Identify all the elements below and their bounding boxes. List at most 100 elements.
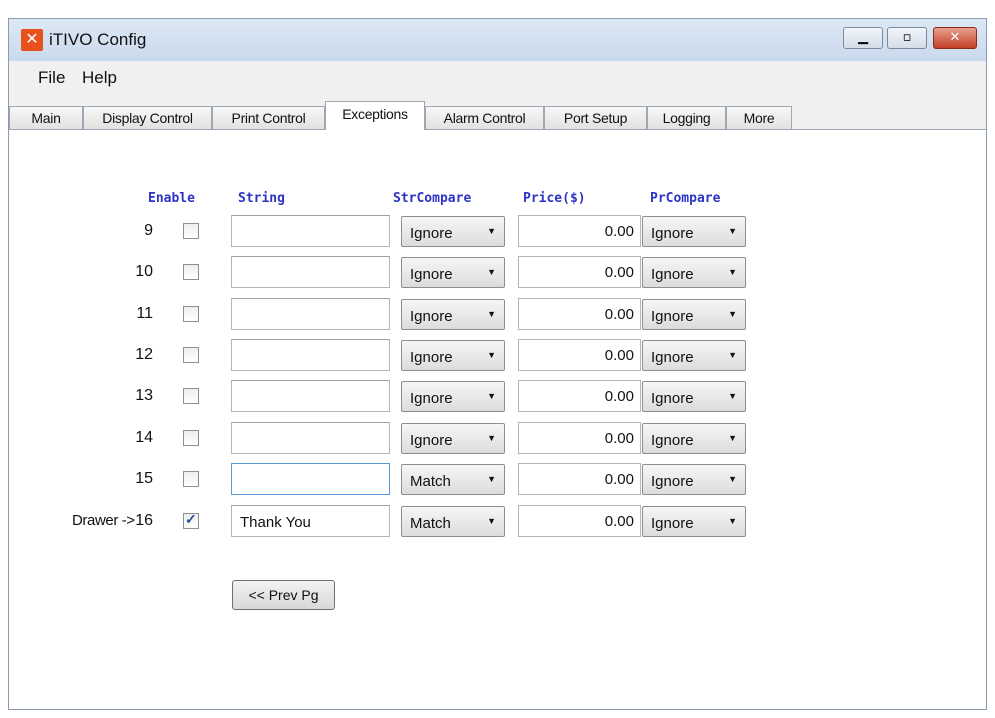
pr-compare-select[interactable]: Ignore ▼ [642,464,746,495]
close-icon: ✕ [949,30,961,45]
enable-checkbox[interactable] [183,264,199,280]
maximize-icon: ▫ [902,30,912,45]
checkmark-icon: ✓ [185,511,197,527]
price-input[interactable]: 0.00 [518,298,641,330]
header-string: String [238,191,285,206]
row-number: 14 [135,429,153,446]
minimize-button[interactable]: ▁ [843,27,883,49]
enable-checkbox-checked[interactable]: ✓ [183,511,199,529]
enable-checkbox[interactable] [183,223,199,239]
string-input[interactable] [231,215,390,247]
enable-checkbox[interactable] [183,471,199,487]
price-input[interactable]: 0.00 [518,380,641,412]
chevron-down-icon: ▼ [487,350,496,360]
tab-main[interactable]: Main [9,106,83,129]
menu-help[interactable]: Help [82,68,117,88]
tab-port-setup[interactable]: Port Setup [544,106,647,129]
row-number: 10 [135,263,153,280]
minimize-icon: ▁ [858,30,868,45]
header-price: Price($) [523,191,586,206]
tab-display-control[interactable]: Display Control [83,106,212,129]
tab-strip: Main Display Control Print Control Excep… [9,91,986,130]
str-compare-select[interactable]: Match ▼ [401,506,505,537]
window-title: iTIVO Config [49,30,147,49]
str-compare-value: Ignore [410,308,453,325]
pr-compare-value: Ignore [651,225,694,242]
pr-compare-select[interactable]: Ignore ▼ [642,340,746,371]
row-number: 13 [135,387,153,404]
pr-compare-select[interactable]: Ignore ▼ [642,216,746,247]
menu-bar: File Help [9,61,986,91]
pr-compare-value: Ignore [651,308,694,325]
str-compare-value: Ignore [410,266,453,283]
pr-compare-value: Ignore [651,515,694,532]
row-number: 15 [135,470,153,487]
row-number: 16 [135,512,153,529]
maximize-button[interactable]: ▫ [887,27,927,49]
string-input[interactable] [231,256,390,288]
str-compare-select[interactable]: Ignore ▼ [401,299,505,330]
header-enable: Enable [148,191,195,206]
chevron-down-icon: ▼ [728,267,737,277]
menu-file[interactable]: File [38,68,65,88]
str-compare-select[interactable]: Ignore ▼ [401,216,505,247]
config-window: ✕ iTIVO Config ▁ ▫ ✕ File Help Main Disp… [8,18,987,710]
price-input[interactable]: 0.00 [518,256,641,288]
string-input[interactable] [231,463,390,495]
chevron-down-icon: ▼ [487,226,496,236]
price-input[interactable]: 0.00 [518,463,641,495]
str-compare-value: Match [410,473,451,490]
str-compare-value: Ignore [410,432,453,449]
str-compare-select[interactable]: Ignore ▼ [401,423,505,454]
str-compare-select[interactable]: Ignore ▼ [401,257,505,288]
prev-page-button[interactable]: << Prev Pg [232,580,335,610]
pr-compare-select[interactable]: Ignore ▼ [642,506,746,537]
string-input[interactable] [231,339,390,371]
chevron-down-icon: ▼ [728,516,737,526]
title-bar[interactable]: ✕ iTIVO Config ▁ ▫ ✕ [9,19,986,61]
price-input[interactable]: 0.00 [518,339,641,371]
pr-compare-select[interactable]: Ignore ▼ [642,381,746,412]
chevron-down-icon: ▼ [728,391,737,401]
enable-checkbox[interactable] [183,306,199,322]
chevron-down-icon: ▼ [487,516,496,526]
str-compare-value: Ignore [410,390,453,407]
chevron-down-icon: ▼ [728,226,737,236]
pr-compare-select[interactable]: Ignore ▼ [642,299,746,330]
enable-checkbox[interactable] [183,347,199,363]
pr-compare-select[interactable]: Ignore ▼ [642,257,746,288]
enable-checkbox[interactable] [183,388,199,404]
pr-compare-value: Ignore [651,432,694,449]
tab-more[interactable]: More [726,106,792,129]
header-pr-compare: PrCompare [650,191,721,206]
str-compare-select[interactable]: Match ▼ [401,464,505,495]
tab-alarm-control[interactable]: Alarm Control [425,106,544,129]
app-icon: ✕ [21,29,43,51]
chevron-down-icon: ▼ [487,309,496,319]
pr-compare-value: Ignore [651,349,694,366]
tab-exceptions[interactable]: Exceptions [325,101,425,130]
price-input[interactable]: 0.00 [518,422,641,454]
price-input[interactable]: 0.00 [518,505,641,537]
enable-checkbox[interactable] [183,430,199,446]
pr-compare-value: Ignore [651,266,694,283]
chevron-down-icon: ▼ [728,350,737,360]
chevron-down-icon: ▼ [728,433,737,443]
string-input[interactable]: Thank You [231,505,390,537]
chevron-down-icon: ▼ [487,474,496,484]
tab-logging[interactable]: Logging [647,106,726,129]
str-compare-select[interactable]: Ignore ▼ [401,340,505,371]
string-input[interactable] [231,422,390,454]
string-input[interactable] [231,380,390,412]
close-button[interactable]: ✕ [933,27,977,49]
tab-print-control[interactable]: Print Control [212,106,325,129]
str-compare-select[interactable]: Ignore ▼ [401,381,505,412]
chevron-down-icon: ▼ [487,267,496,277]
string-input[interactable] [231,298,390,330]
price-input[interactable]: 0.00 [518,215,641,247]
str-compare-value: Match [410,515,451,532]
chevron-down-icon: ▼ [487,391,496,401]
str-compare-value: Ignore [410,225,453,242]
pr-compare-select[interactable]: Ignore ▼ [642,423,746,454]
row-number: 12 [135,346,153,363]
